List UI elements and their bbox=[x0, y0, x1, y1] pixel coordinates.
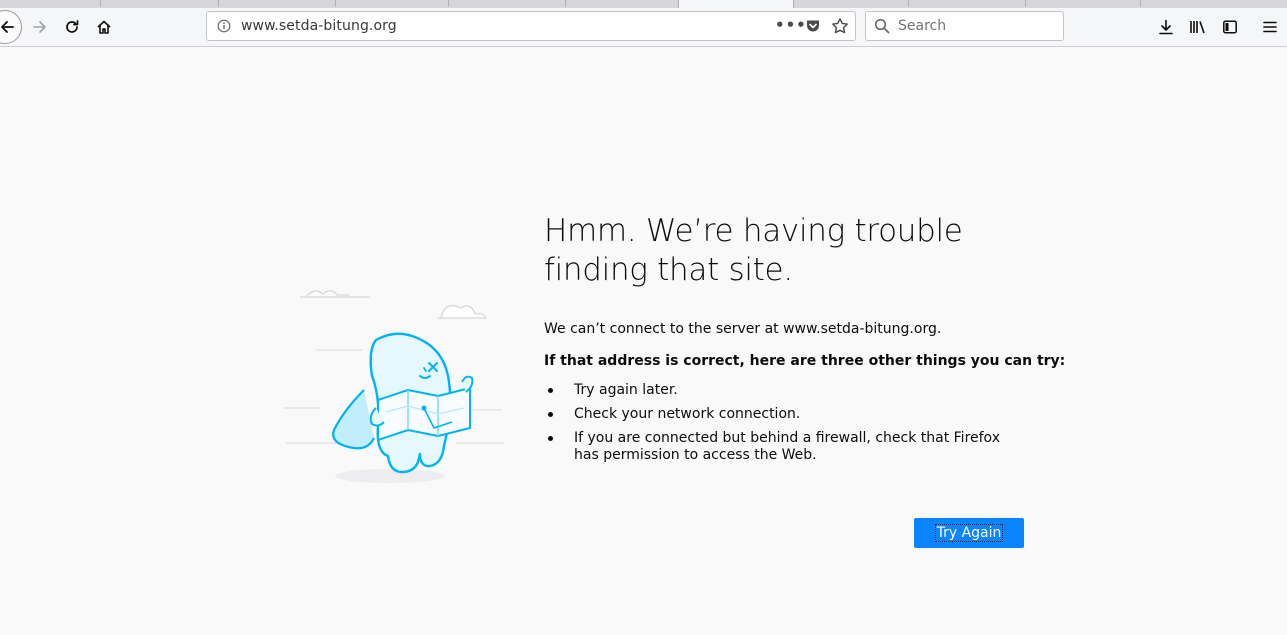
reload-button[interactable] bbox=[57, 12, 87, 42]
tab-divider bbox=[335, 0, 336, 7]
url-text[interactable]: www.setda-bitung.org bbox=[241, 18, 397, 34]
tab-divider bbox=[565, 0, 566, 7]
tab-divider bbox=[218, 0, 219, 7]
error-title: Hmm. We’re having trouble finding that s… bbox=[544, 213, 963, 288]
page-actions-icon[interactable]: ••• bbox=[775, 16, 807, 34]
list-item: Check your network connection. bbox=[544, 406, 1024, 423]
search-bar[interactable]: Search bbox=[865, 11, 1064, 41]
tab-divider bbox=[448, 0, 449, 7]
tab-divider bbox=[100, 0, 101, 7]
forward-button[interactable] bbox=[25, 12, 55, 42]
tab-divider bbox=[1140, 0, 1141, 7]
navigation-toolbar: www.setda-bitung.org ••• Search bbox=[0, 8, 1287, 47]
download-icon bbox=[1159, 19, 1173, 35]
try-again-button[interactable]: Try Again bbox=[914, 518, 1024, 548]
hamburger-menu-icon bbox=[1263, 21, 1277, 33]
bullet-icon bbox=[548, 436, 553, 441]
sidebar-button[interactable] bbox=[1215, 12, 1245, 42]
try-again-label: Try Again bbox=[934, 524, 1004, 542]
tab-divider bbox=[908, 0, 909, 7]
home-button[interactable] bbox=[89, 12, 119, 42]
sidebar-icon bbox=[1223, 20, 1237, 34]
error-description: We can’t connect to the server at www.se… bbox=[544, 321, 942, 337]
suggestions-heading: If that address is correct, here are thr… bbox=[544, 353, 1066, 369]
bullet-icon bbox=[548, 412, 553, 417]
pocket-icon[interactable] bbox=[805, 18, 821, 34]
lost-monster-illustration bbox=[284, 290, 504, 483]
suggestion-text: Check your network connection. bbox=[574, 406, 801, 422]
search-icon bbox=[874, 18, 890, 34]
reload-icon bbox=[66, 20, 79, 33]
star-icon[interactable] bbox=[831, 17, 849, 35]
home-icon bbox=[97, 20, 111, 34]
tab-divider bbox=[1025, 0, 1026, 7]
menu-button[interactable] bbox=[1255, 12, 1285, 42]
back-button[interactable] bbox=[0, 10, 22, 44]
library-icon bbox=[1190, 21, 1205, 34]
list-item: If you are connected but behind a firewa… bbox=[544, 430, 1024, 464]
suggestion-text: Try again later. bbox=[574, 382, 678, 398]
downloads-button[interactable] bbox=[1151, 12, 1181, 42]
url-bar[interactable]: www.setda-bitung.org ••• bbox=[206, 11, 856, 41]
forward-arrow-icon bbox=[33, 21, 46, 33]
list-item: Try again later. bbox=[544, 382, 1024, 399]
library-button[interactable] bbox=[1183, 12, 1213, 42]
info-icon[interactable] bbox=[217, 19, 231, 33]
back-arrow-icon bbox=[1, 21, 14, 33]
suggestion-text: If you are connected but behind a firewa… bbox=[574, 430, 1000, 463]
search-placeholder: Search bbox=[898, 18, 947, 34]
suggestions-list: Try again later. Check your network conn… bbox=[544, 382, 1024, 471]
bullet-icon bbox=[548, 388, 553, 393]
